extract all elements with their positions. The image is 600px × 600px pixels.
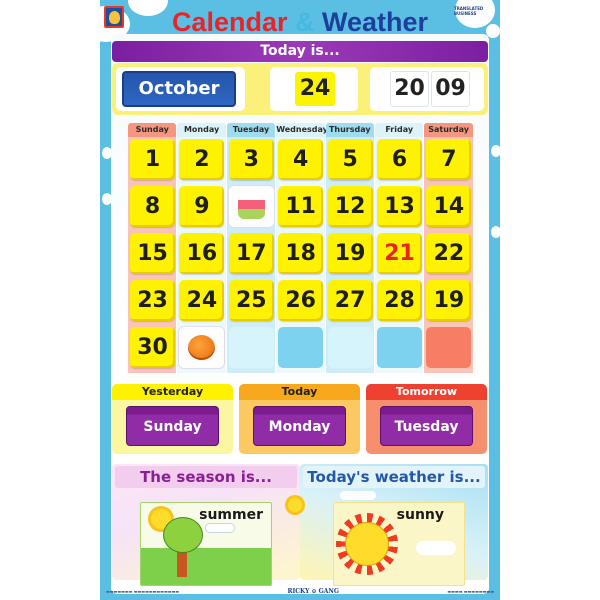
- birthday-cake-icon: [237, 194, 265, 219]
- date-cell[interactable]: 13: [377, 186, 422, 227]
- pumpkin-icon: [188, 335, 216, 360]
- date-cell[interactable]: 18: [278, 233, 324, 274]
- weekday-header-tuesday: Tuesday: [226, 123, 276, 137]
- date-cell[interactable]: 25: [228, 280, 274, 321]
- today-label: Today: [239, 384, 360, 400]
- cloud-icon: [416, 541, 456, 555]
- date-cell[interactable]: 12: [327, 186, 373, 227]
- date-cell[interactable]: 6: [377, 139, 422, 180]
- date-cell[interactable]: 24: [179, 280, 225, 321]
- season-section: The season is... summer: [112, 464, 300, 586]
- date-cell[interactable]: 27: [327, 280, 373, 321]
- calendar-grid: Sunday Monday Tuesday Wednesday Thursday Frid…: [128, 123, 474, 373]
- footer-brand: RICKY ⊙ GANG: [287, 587, 339, 595]
- date-cell[interactable]: 23: [130, 280, 175, 321]
- tomorrow-day-card[interactable]: Tuesday: [380, 406, 473, 446]
- season-card[interactable]: summer: [140, 502, 272, 586]
- year-card-century[interactable]: 20: [390, 71, 429, 107]
- date-cell[interactable]: 26: [278, 280, 324, 321]
- empty-date-cell[interactable]: [278, 327, 324, 368]
- title-ampersand: &: [295, 7, 315, 37]
- date-cell[interactable]: 19: [426, 280, 472, 321]
- empty-date-cell[interactable]: [377, 327, 422, 368]
- current-date-row: October 24 20 09: [112, 63, 488, 115]
- relative-day-yesterday: Yesterday Sunday: [112, 384, 233, 454]
- season-value: summer: [199, 507, 263, 523]
- title-calendar: Calendar: [171, 7, 288, 37]
- weekday-header-friday: Friday: [375, 123, 424, 137]
- month-panel: October: [116, 67, 245, 111]
- date-cell[interactable]: 3: [228, 139, 274, 180]
- today-is-banner: Today is...: [112, 41, 488, 62]
- calendar-weather-poster: TRANSLATED BUSINESS Calendar & Weather T…: [100, 0, 500, 600]
- date-cell[interactable]: 21: [377, 233, 422, 274]
- date-cell[interactable]: 28: [377, 280, 422, 321]
- date-cell[interactable]: 2: [179, 139, 225, 180]
- title-weather: Weather: [322, 7, 429, 37]
- empty-date-cell[interactable]: [327, 327, 373, 368]
- date-cell[interactable]: 5: [327, 139, 373, 180]
- weather-title: Today's weather is...: [303, 466, 485, 488]
- empty-date-cell[interactable]: [228, 327, 274, 368]
- footer-fine-print: ▬▬▬▬ ▬▬▬▬▬▬▬▬: [447, 588, 494, 594]
- date-cell[interactable]: 1: [130, 139, 175, 180]
- weather-value: sunny: [396, 507, 444, 523]
- season-title: The season is...: [115, 466, 297, 488]
- poster-title: Calendar & Weather: [100, 7, 500, 38]
- date-cell[interactable]: 30: [130, 327, 175, 368]
- yesterday-day-card[interactable]: Sunday: [126, 406, 219, 446]
- date-cell[interactable]: 11: [278, 186, 324, 227]
- date-cell[interactable]: 22: [426, 233, 472, 274]
- month-card[interactable]: October: [122, 71, 236, 107]
- footer: ▬▬▬▬▬▬▬ ▬▬▬▬▬▬▬▬▬▬▬▬ RICKY ⊙ GANG ▬▬▬▬ ▬…: [106, 586, 494, 596]
- weekday-header-wednesday: Wednesday: [276, 123, 328, 137]
- empty-date-cell[interactable]: [426, 327, 472, 368]
- day-card[interactable]: 24: [295, 72, 335, 106]
- date-cell-pumpkin[interactable]: [179, 327, 225, 368]
- relative-day-today: Today Monday: [239, 384, 360, 454]
- tomorrow-label: Tomorrow: [366, 384, 487, 400]
- date-cell[interactable]: 15: [130, 233, 175, 274]
- relative-day-tomorrow: Tomorrow Tuesday: [366, 384, 487, 454]
- sun-icon: [345, 522, 389, 566]
- weekday-header-monday: Monday: [177, 123, 226, 137]
- day-panel: 24: [270, 67, 358, 111]
- date-cell[interactable]: 19: [327, 233, 373, 274]
- year-panel: 20 09: [370, 67, 484, 111]
- date-cell[interactable]: 16: [179, 233, 225, 274]
- date-cell[interactable]: 9: [179, 186, 225, 227]
- year-card-decade[interactable]: 09: [431, 71, 470, 107]
- date-cell[interactable]: 14: [426, 186, 472, 227]
- cloud-icon: [205, 523, 235, 533]
- date-cell[interactable]: 4: [278, 139, 324, 180]
- weekday-header-thursday: Thursday: [325, 123, 374, 137]
- date-cell[interactable]: 17: [228, 233, 274, 274]
- yesterday-label: Yesterday: [112, 384, 233, 400]
- weekday-header-sunday: Sunday: [128, 123, 177, 137]
- weekday-header-saturday: Saturday: [424, 123, 473, 137]
- small-sun-icon: [288, 498, 302, 512]
- footer-fine-print: ▬▬▬▬▬▬▬ ▬▬▬▬▬▬▬▬▬▬▬▬: [106, 588, 180, 594]
- weather-section: Today's weather is... sunny: [288, 464, 488, 586]
- date-cell-birthday-cake[interactable]: [228, 186, 274, 227]
- bubble-decoration: [491, 226, 500, 238]
- weather-card[interactable]: sunny: [333, 502, 465, 586]
- date-cell[interactable]: 8: [130, 186, 175, 227]
- tree-icon: [163, 517, 203, 553]
- bubble-decoration: [491, 145, 500, 157]
- cloud-icon: [340, 491, 376, 500]
- date-cell[interactable]: 7: [426, 139, 472, 180]
- today-day-card[interactable]: Monday: [253, 406, 346, 446]
